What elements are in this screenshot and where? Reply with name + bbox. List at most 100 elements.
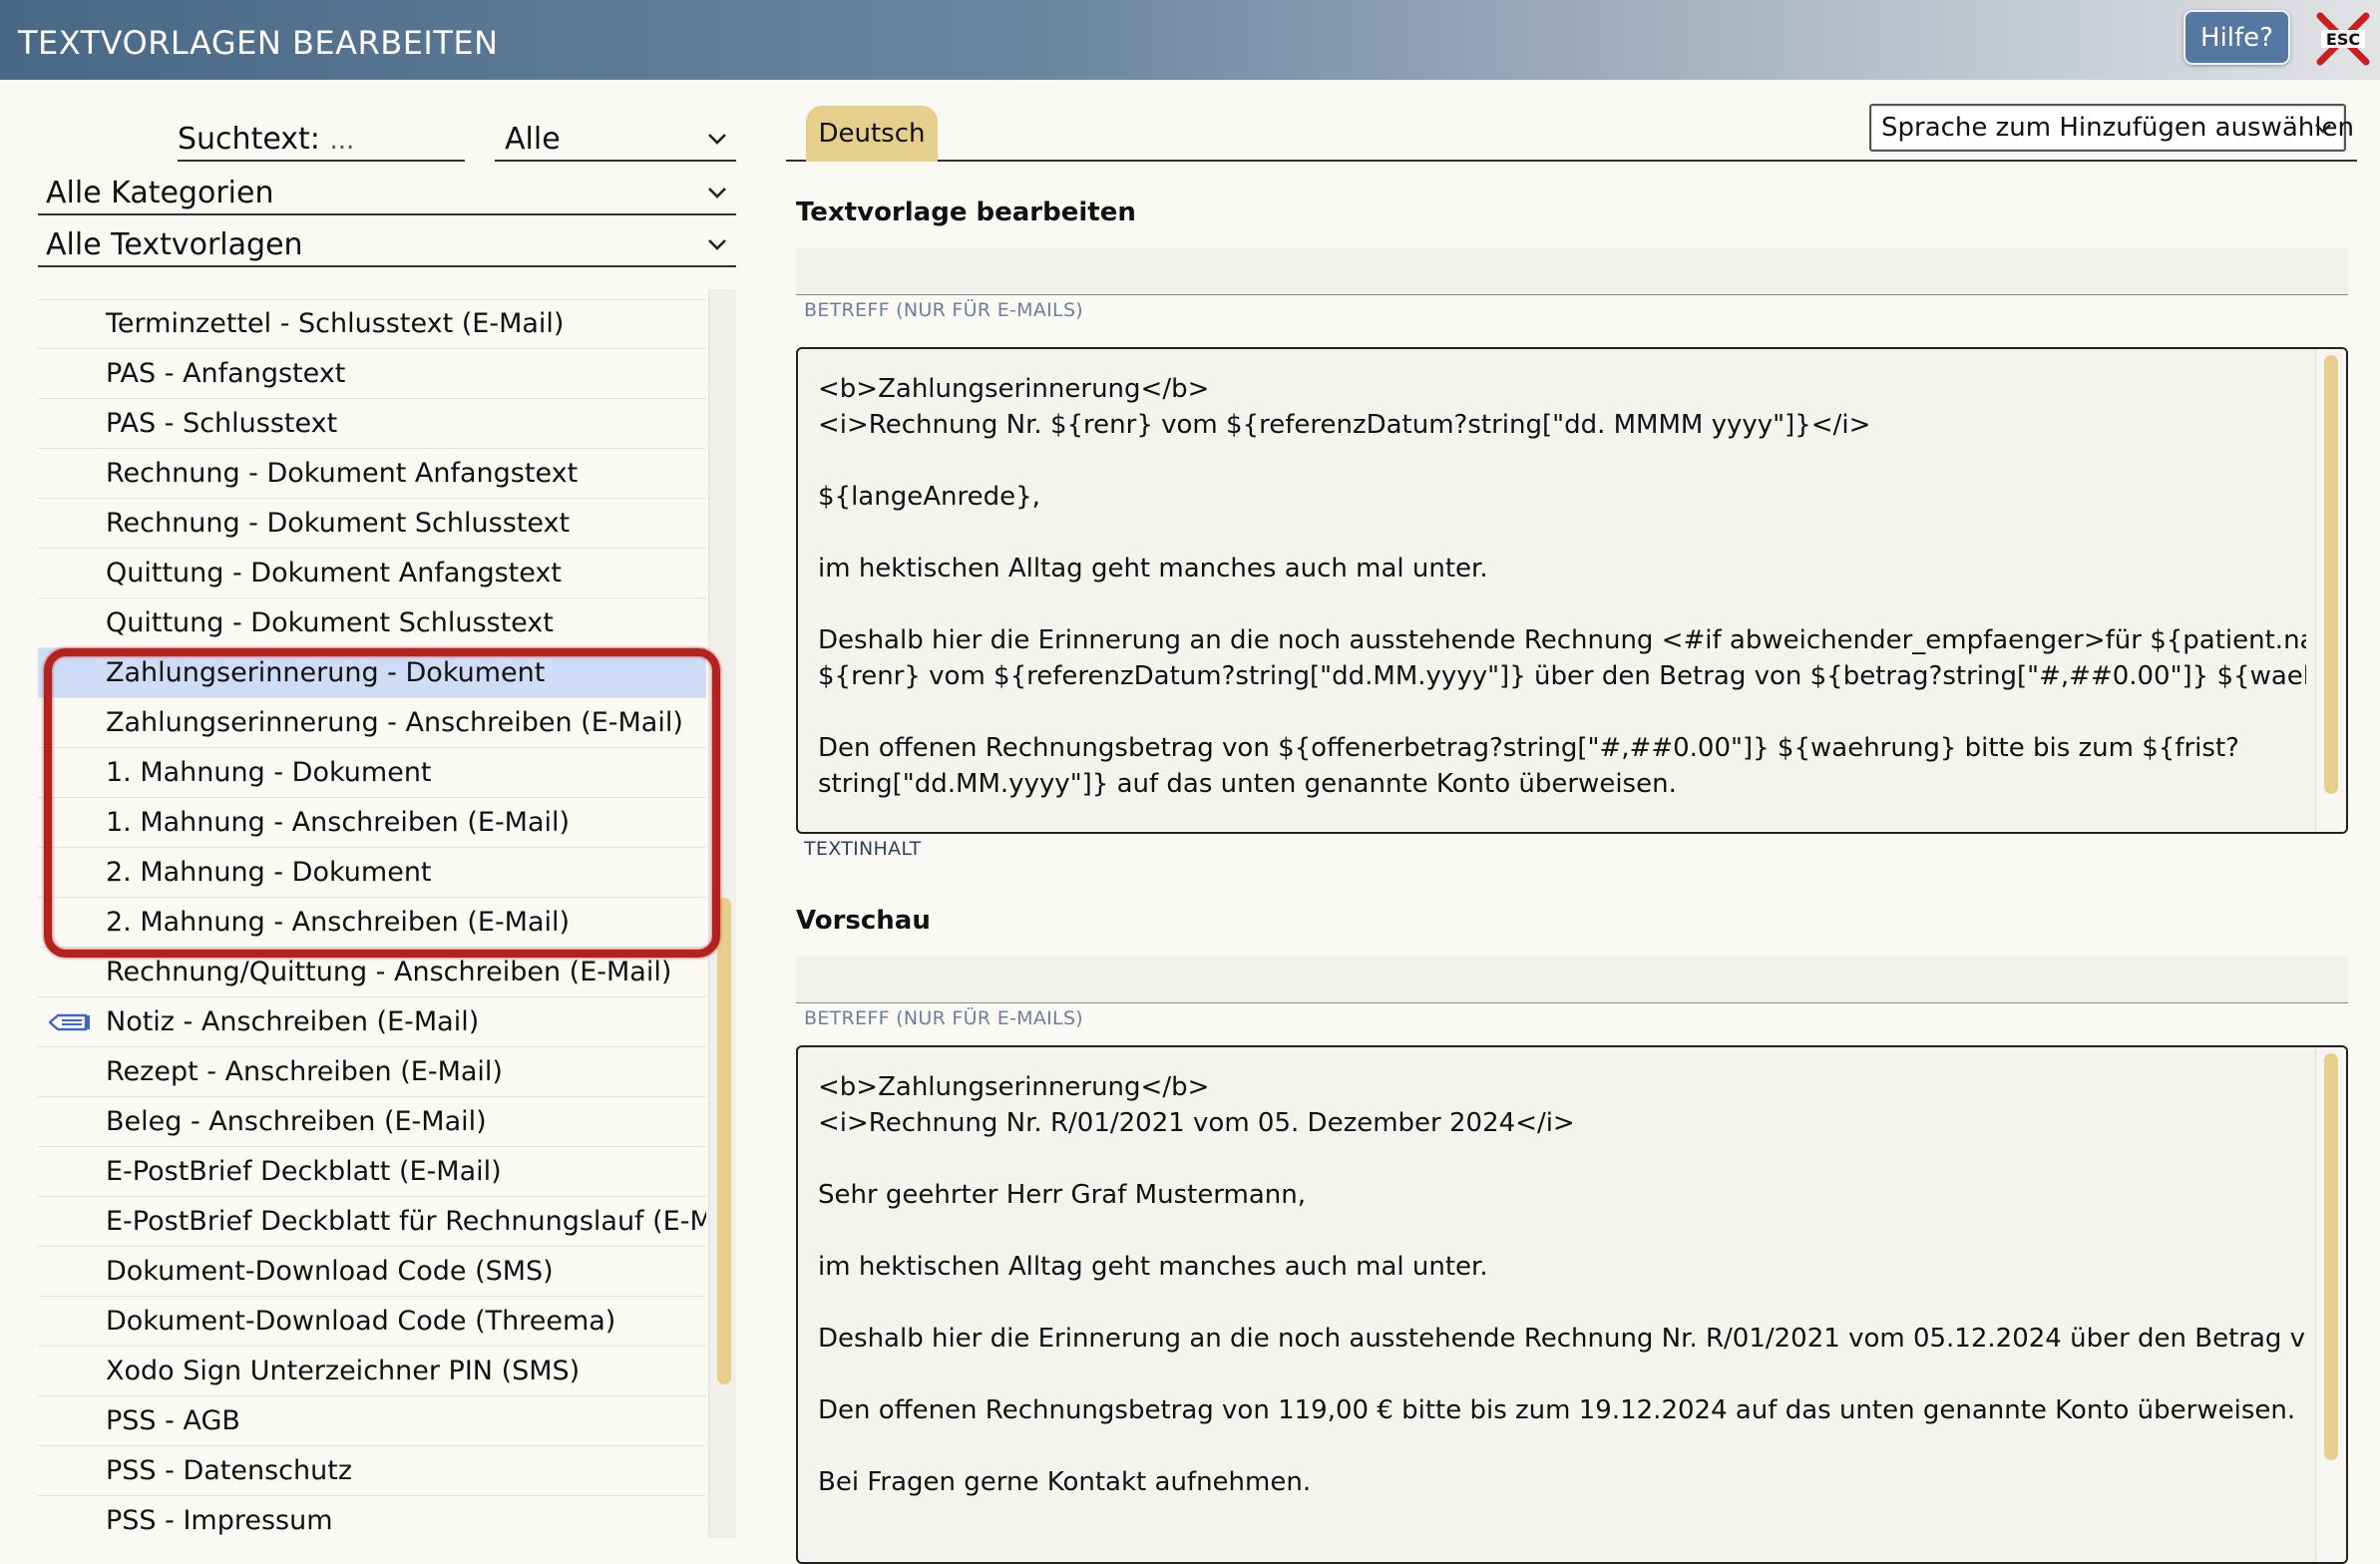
template-filter-dropdown[interactable]: Alle Textvorlagen bbox=[38, 221, 736, 267]
filter-dropdown[interactable]: Alle bbox=[495, 116, 736, 162]
list-item-label: Quittung - Dokument Anfangstext bbox=[106, 558, 562, 588]
list-item[interactable]: Notiz - Anschreiben (E-Mail) bbox=[38, 997, 706, 1047]
language-select-label: Sprache zum Hinzufügen auswählen bbox=[1881, 113, 2354, 143]
text-line bbox=[818, 443, 2306, 479]
text-line: Deshalb hier die Erinnerung an die noch … bbox=[818, 625, 2306, 655]
preview-scroll-thumb[interactable] bbox=[2324, 1053, 2338, 1460]
list-item[interactable]: Quittung - Dokument Schlusstext bbox=[38, 598, 706, 648]
text-line bbox=[818, 694, 2306, 730]
chevron-down-icon bbox=[708, 239, 726, 250]
text-line: Bei Fragen gerne Kontakt aufnehmen. bbox=[818, 1467, 1312, 1497]
text-line: ${renr} vom ${referenzDatum?string["dd.M… bbox=[818, 661, 2306, 691]
list-item[interactable]: Terminzettel - Schlusstext (E-Mail) bbox=[38, 299, 706, 349]
subject-input[interactable] bbox=[796, 247, 2348, 295]
list-item[interactable]: Rezept - Anschreiben (E-Mail) bbox=[38, 1047, 706, 1097]
text-line: Den offenen Rechnungsbetrag von ${offene… bbox=[818, 733, 2239, 763]
template-filter-value: Alle Textvorlagen bbox=[46, 227, 303, 262]
text-line bbox=[818, 515, 2306, 551]
list-item[interactable]: Rechnung - Dokument Anfangstext bbox=[38, 449, 706, 499]
list-item-label: PAS - Schlusstext bbox=[106, 408, 338, 439]
text-line: im hektischen Alltag geht manches auch m… bbox=[818, 1252, 1488, 1282]
list-item-label: Dokument-Download Code (SMS) bbox=[106, 1256, 554, 1287]
preview-section-title: Vorschau bbox=[796, 906, 931, 936]
list-item-label: Quittung - Dokument Schlusstext bbox=[106, 607, 554, 638]
text-line: Den offenen Rechnungsbetrag von 119,00 €… bbox=[818, 1395, 2296, 1425]
text-line bbox=[818, 586, 2306, 622]
text-line: string["dd.MM.yyyy"]} auf das unten gena… bbox=[818, 769, 1677, 799]
preview-textarea-content: <b>Zahlungserinnerung</b> <i>Rechnung Nr.… bbox=[818, 1069, 2306, 1500]
esc-close-icon[interactable]: ESC bbox=[2314, 10, 2372, 68]
highlight-annotation bbox=[44, 648, 720, 958]
list-item-label: Rechnung/Quittung - Anschreiben (E-Mail) bbox=[106, 957, 672, 987]
page-title: TEXTVORLAGEN BEARBEITEN bbox=[18, 24, 499, 62]
filter-dropdown-value: Alle bbox=[505, 122, 561, 157]
list-item[interactable]: Dokument-Download Code (SMS) bbox=[38, 1247, 706, 1297]
edit-section-title: Textvorlage bearbeiten bbox=[796, 197, 1136, 227]
text-line: Sehr geehrter Herr Graf Mustermann, bbox=[818, 1180, 1307, 1210]
list-item[interactable]: Quittung - Dokument Anfangstext bbox=[38, 549, 706, 598]
list-item[interactable]: PAS - Schlusstext bbox=[38, 399, 706, 449]
list-item[interactable]: PAS - Anfangstext bbox=[38, 349, 706, 399]
subject-label: BETREFF (NUR FÜR E-MAILS) bbox=[804, 299, 1084, 321]
preview-subject-label: BETREFF (NUR FÜR E-MAILS) bbox=[804, 1007, 1084, 1029]
list-item-label: PAS - Anfangstext bbox=[106, 358, 346, 389]
text-line bbox=[818, 1213, 2306, 1249]
chevron-down-icon bbox=[708, 134, 726, 145]
body-textarea[interactable]: <b>Zahlungserinnerung</b> <i>Rechnung Nr.… bbox=[796, 347, 2348, 834]
text-line: ${langeAnrede}, bbox=[818, 482, 1040, 512]
list-item-label: PSS - Datenschutz bbox=[106, 1455, 353, 1486]
list-item[interactable]: Dokument-Download Code (Threema) bbox=[38, 1297, 706, 1347]
esc-label: ESC bbox=[2326, 30, 2360, 49]
preview-scrollbar[interactable] bbox=[2315, 1047, 2346, 1562]
text-line: <i>Rechnung Nr. R/01/2021 vom 05. Dezemb… bbox=[818, 1108, 1575, 1138]
list-item-label: PSS - Impressum bbox=[106, 1505, 333, 1536]
search-input[interactable]: Suchtext: ... bbox=[178, 116, 465, 162]
text-line: <b>Zahlungserinnerung</b> bbox=[818, 374, 1210, 404]
body-scrollbar[interactable] bbox=[2315, 349, 2346, 832]
list-item[interactable]: PSS - Impressum bbox=[38, 1496, 706, 1538]
body-scroll-thumb[interactable] bbox=[2324, 355, 2338, 794]
pencil-icon bbox=[48, 1013, 90, 1031]
tab-deutsch[interactable]: Deutsch bbox=[806, 106, 938, 162]
text-line: im hektischen Alltag geht manches auch m… bbox=[818, 554, 1488, 584]
chevron-down-icon bbox=[2315, 124, 2331, 134]
tab-bar bbox=[786, 160, 2357, 162]
list-item[interactable]: E-PostBrief Deckblatt (E-Mail) bbox=[38, 1147, 706, 1197]
text-line: Deshalb hier die Erinnerung an die noch … bbox=[818, 1324, 2306, 1354]
body-textarea-content: <b>Zahlungserinnerung</b> <i>Rechnung Nr.… bbox=[818, 371, 2306, 802]
language-select[interactable]: Sprache zum Hinzufügen auswählen bbox=[1869, 104, 2354, 152]
text-line: <b>Zahlungserinnerung</b> bbox=[818, 1072, 1210, 1102]
text-line bbox=[818, 1141, 2306, 1177]
text-line bbox=[818, 1428, 2306, 1464]
list-item[interactable]: Xodo Sign Unterzeichner PIN (SMS) bbox=[38, 1347, 706, 1396]
list-item-label: Terminzettel - Schlusstext (E-Mail) bbox=[106, 308, 565, 339]
list-item[interactable]: E-PostBrief Deckblatt für Rechnungslauf … bbox=[38, 1197, 706, 1247]
list-item-label: Xodo Sign Unterzeichner PIN (SMS) bbox=[106, 1356, 581, 1386]
list-item[interactable]: Rechnung - Dokument Schlusstext bbox=[38, 499, 706, 549]
text-line: <i>Rechnung Nr. ${renr} vom ${referenzDa… bbox=[818, 410, 1871, 440]
list-item[interactable]: PSS - AGB bbox=[38, 1396, 706, 1446]
list-item-label: Dokument-Download Code (Threema) bbox=[106, 1306, 616, 1337]
chevron-down-icon bbox=[708, 188, 726, 198]
list-item-label: Rechnung - Dokument Schlusstext bbox=[106, 508, 571, 539]
list-item-label: Rechnung - Dokument Anfangstext bbox=[106, 458, 579, 489]
list-item-label: Notiz - Anschreiben (E-Mail) bbox=[106, 1006, 480, 1037]
list-item-label: PSS - AGB bbox=[106, 1405, 240, 1436]
preview-subject-field bbox=[796, 956, 2348, 1003]
category-dropdown[interactable]: Alle Kategorien bbox=[38, 170, 736, 215]
text-line bbox=[818, 1285, 2306, 1321]
text-line bbox=[818, 1357, 2306, 1392]
body-label: TEXTINHALT bbox=[804, 838, 922, 860]
help-button[interactable]: Hilfe? bbox=[2183, 10, 2290, 65]
list-item-label: Beleg - Anschreiben (E-Mail) bbox=[106, 1106, 487, 1137]
category-dropdown-value: Alle Kategorien bbox=[46, 176, 274, 210]
list-item[interactable]: PSS - Datenschutz bbox=[38, 1446, 706, 1496]
preview-textarea[interactable]: <b>Zahlungserinnerung</b> <i>Rechnung Nr.… bbox=[796, 1045, 2348, 1564]
list-item-label: Rezept - Anschreiben (E-Mail) bbox=[106, 1056, 503, 1087]
search-label: Suchtext: bbox=[178, 122, 320, 157]
list-item-label: E-PostBrief Deckblatt für Rechnungslauf … bbox=[106, 1206, 706, 1237]
list-scroll-thumb[interactable] bbox=[717, 898, 731, 1384]
list-item[interactable]: Beleg - Anschreiben (E-Mail) bbox=[38, 1097, 706, 1147]
search-placeholder: ... bbox=[329, 126, 355, 156]
list-item-label: E-PostBrief Deckblatt (E-Mail) bbox=[106, 1156, 502, 1187]
